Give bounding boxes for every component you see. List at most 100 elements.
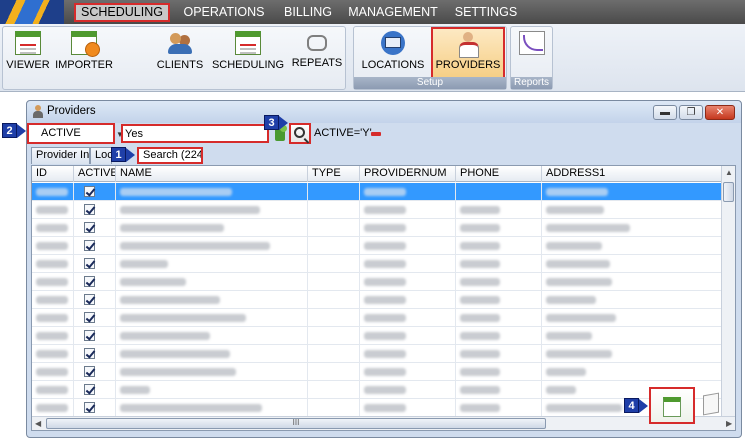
repeats-button[interactable]: REPEATS	[289, 29, 345, 79]
filter-value-input[interactable]	[121, 124, 269, 143]
cell-id	[32, 327, 74, 345]
filter-field-combo[interactable]: ACTIVE	[27, 123, 115, 144]
reports-button[interactable]	[517, 29, 547, 79]
cell-address1	[542, 327, 722, 345]
active-checkbox[interactable]	[84, 294, 95, 305]
providers-button[interactable]: PROVIDERS	[431, 27, 505, 79]
active-checkbox[interactable]	[84, 186, 95, 197]
importer-button[interactable]: IMPORTER	[53, 29, 115, 79]
redacted-value	[460, 278, 500, 286]
menu-management[interactable]: MANAGEMENT	[344, 3, 442, 22]
close-button[interactable]: ✕	[705, 105, 735, 120]
table-row[interactable]	[32, 183, 722, 201]
calendar-icon	[15, 31, 41, 55]
active-checkbox[interactable]	[84, 348, 95, 359]
active-checkbox[interactable]	[84, 330, 95, 341]
scroll-left-icon[interactable]: ◀	[35, 419, 41, 428]
cell-phone	[456, 309, 542, 327]
clients-button[interactable]: CLIENTS	[155, 29, 205, 79]
redacted-value	[546, 296, 596, 304]
column-header-active[interactable]: ACTIVE	[74, 166, 116, 182]
redacted-value	[36, 314, 68, 322]
table-row[interactable]	[32, 363, 722, 381]
importer-label: IMPORTER	[55, 59, 113, 71]
cell-providernum	[360, 201, 456, 219]
scroll-up-icon[interactable]: ▲	[725, 168, 733, 177]
vertical-scroll-thumb[interactable]	[723, 182, 734, 202]
cell-address1	[542, 273, 722, 291]
export-spreadsheet-button[interactable]	[649, 387, 695, 424]
document-button[interactable]	[699, 391, 723, 419]
redacted-value	[120, 386, 150, 394]
column-header-phone[interactable]: PHONE	[456, 166, 542, 182]
remove-filter-icon[interactable]	[371, 132, 381, 136]
search-button[interactable]	[289, 123, 311, 144]
horizontal-scrollbar[interactable]: ◀ III ▶	[32, 416, 735, 430]
active-checkbox[interactable]	[84, 204, 95, 215]
active-checkbox[interactable]	[84, 222, 95, 233]
tab-provider-info[interactable]: Provider Info	[31, 147, 90, 164]
table-row[interactable]	[32, 255, 722, 273]
cell-name	[116, 309, 308, 327]
cell-active	[74, 237, 116, 255]
callout-4: 4	[624, 398, 639, 413]
column-header-address1[interactable]: ADDRESS1	[542, 166, 722, 182]
table-row[interactable]	[32, 237, 722, 255]
horizontal-scroll-thumb[interactable]: III	[46, 418, 546, 429]
tab-locations[interactable]: Loc	[90, 147, 112, 164]
table-row[interactable]	[32, 345, 722, 363]
table-row[interactable]	[32, 327, 722, 345]
scroll-right-icon[interactable]: ▶	[726, 419, 732, 428]
cell-id	[32, 219, 74, 237]
active-checkbox[interactable]	[84, 384, 95, 395]
column-header-providernum[interactable]: PROVIDERNUM	[360, 166, 456, 182]
active-checkbox[interactable]	[84, 402, 95, 413]
cell-providernum	[360, 291, 456, 309]
column-header-name[interactable]: NAME	[116, 166, 308, 182]
cell-name	[116, 219, 308, 237]
scheduling-button[interactable]: SCHEDULING	[211, 29, 285, 79]
table-row[interactable]	[32, 399, 722, 417]
active-checkbox[interactable]	[84, 312, 95, 323]
clients-label: CLIENTS	[156, 59, 204, 71]
table-row[interactable]	[32, 201, 722, 219]
table-row[interactable]	[32, 381, 722, 399]
importer-icon	[71, 31, 100, 57]
table-row[interactable]	[32, 219, 722, 237]
menu-billing[interactable]: BILLING	[276, 3, 340, 22]
minimize-button[interactable]: ▬	[653, 105, 677, 120]
restore-button[interactable]: ❐	[679, 105, 703, 120]
menu-scheduling[interactable]: SCHEDULING	[74, 3, 170, 22]
cell-phone	[456, 255, 542, 273]
ribbon-group-reports: Reports	[510, 26, 553, 90]
cell-type	[308, 327, 360, 345]
column-header-id[interactable]: ID	[32, 166, 74, 182]
active-checkbox[interactable]	[84, 240, 95, 251]
cell-id	[32, 381, 74, 399]
table-row[interactable]	[32, 291, 722, 309]
scheduling-label: SCHEDULING	[211, 59, 285, 71]
menu-operations[interactable]: OPERATIONS	[178, 3, 270, 22]
callout-arrow-icon	[279, 116, 288, 130]
menu-settings[interactable]: SETTINGS	[450, 3, 522, 22]
redacted-value	[36, 404, 68, 412]
viewer-button[interactable]: VIEWER	[5, 29, 51, 79]
vertical-scrollbar[interactable]: ▲	[721, 166, 735, 416]
active-checkbox[interactable]	[84, 366, 95, 377]
active-checkbox[interactable]	[84, 276, 95, 287]
tab-search[interactable]: Search (224)	[137, 147, 203, 164]
callout-1: 1	[111, 147, 126, 162]
locations-button[interactable]: LOCATIONS	[358, 29, 428, 79]
column-header-type[interactable]: TYPE	[308, 166, 360, 182]
cell-name	[116, 399, 308, 417]
table-row[interactable]	[32, 309, 722, 327]
redacted-value	[460, 350, 500, 358]
redacted-value	[36, 242, 68, 250]
cell-active	[74, 327, 116, 345]
active-checkbox[interactable]	[84, 258, 95, 269]
table-row[interactable]	[32, 273, 722, 291]
cell-providernum	[360, 309, 456, 327]
redacted-value	[120, 278, 186, 286]
cell-id	[32, 255, 74, 273]
setup-group-label: Setup	[354, 77, 506, 89]
